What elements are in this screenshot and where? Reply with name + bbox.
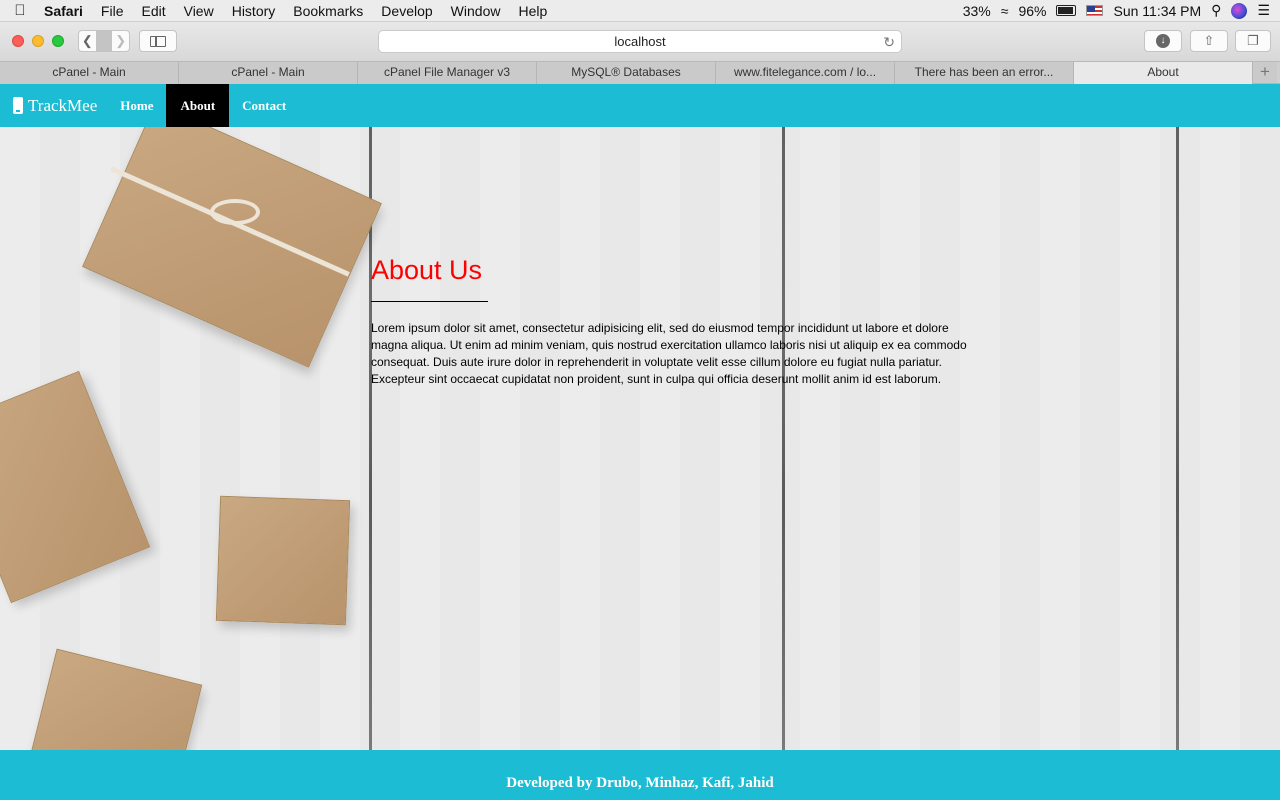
forward-chevron-icon[interactable]: ❯ [112,33,129,49]
title-underline [371,301,488,302]
menu-window[interactable]: Window [442,0,510,22]
zoom-window-button[interactable] [52,35,64,47]
about-title: About Us [371,255,483,285]
siri-icon[interactable] [1231,2,1248,19]
reload-icon[interactable]: ↻ [883,31,895,53]
cardboard-box-image [215,495,351,626]
sidebar-icon [150,35,166,47]
cpu-status[interactable]: 33% [963,3,991,19]
menu-bookmarks[interactable]: Bookmarks [284,0,372,22]
browser-tab[interactable]: MySQL® Databases [537,62,716,84]
apple-menu-icon[interactable]:  [0,2,40,19]
address-bar[interactable]: localhost ↻ [378,30,902,53]
downloads-button[interactable]: ↓ [1144,30,1182,52]
browser-tab-active[interactable]: About [1074,62,1253,84]
menu-file[interactable]: File [92,0,133,22]
about-section: About Us Lorem ipsum dolor sit amet, con… [371,255,981,388]
new-tab-plus-icon[interactable]: + [1253,62,1277,83]
browser-tab[interactable]: cPanel - Main [179,62,358,84]
back-chevron-icon[interactable]: ❮ [79,33,96,49]
web-page: TrackMee Home About Contact About Us Lor… [0,84,1280,800]
browser-tab[interactable]: cPanel - Main [0,62,179,84]
about-body-text: Lorem ipsum dolor sit amet, consectetur … [371,321,967,386]
share-icon: ⇧ [1203,33,1215,48]
browser-tab[interactable]: There has been an error... [895,62,1074,84]
sidebar-toggle-button[interactable] [139,30,177,52]
twine-bow [210,199,260,225]
footer-credits: Developed by Drubo, Minhaz, Kafi, Jahid [506,775,774,791]
browser-tab[interactable]: cPanel File Manager v3 [358,62,537,84]
brand-name: TrackMee [28,95,98,115]
clock[interactable]: Sun 11:34 PM [1113,3,1201,19]
close-window-button[interactable] [12,35,24,47]
site-footer: Developed by Drubo, Minhaz, Kafi, Jahid [0,750,1280,800]
board-seam [782,127,785,750]
nav-contact-link[interactable]: Contact [229,84,299,127]
share-button[interactable]: ⇧ [1190,30,1228,52]
battery-percent[interactable]: 96% [1018,3,1046,19]
menu-view[interactable]: View [175,0,223,22]
menu-app-safari[interactable]: Safari [40,0,92,22]
status-area: 33% ≈ 96% Sun 11:34 PM ⚲ ☰ [963,2,1280,19]
minimize-window-button[interactable] [32,35,44,47]
back-forward-group: ❮ ❯ [78,30,130,52]
notification-center-icon[interactable]: ☰ [1257,2,1270,19]
macos-menu-bar:  Safari File Edit View History Bookmark… [0,0,1280,22]
phone-icon [13,97,23,114]
nav-home-link[interactable]: Home [107,84,166,127]
show-all-tabs-button[interactable]: ❐ [1235,30,1271,52]
wifi-icon[interactable]: ≈ [1001,3,1009,19]
board-seam [1176,127,1179,750]
browser-tab[interactable]: www.fitelegance.com / lo... [716,62,895,84]
site-navbar: TrackMee Home About Contact [0,84,1280,127]
hero-background-image: About Us Lorem ipsum dolor sit amet, con… [0,127,1280,750]
menu-history[interactable]: History [223,0,285,22]
window-controls [12,35,64,47]
menu-develop[interactable]: Develop [372,0,441,22]
site-brand[interactable]: TrackMee [0,96,97,116]
nav-about-link[interactable]: About [166,84,230,127]
battery-icon[interactable] [1056,5,1077,16]
browser-toolbar: ❮ ❯ localhost ↻ ↓ ⇧ ❐ [0,22,1280,62]
menu-edit[interactable]: Edit [132,0,174,22]
spotlight-search-icon[interactable]: ⚲ [1211,2,1221,19]
input-source-flag-icon[interactable] [1086,5,1104,16]
url-text: localhost [614,34,666,49]
tab-bar: cPanel - Main cPanel - Main cPanel File … [0,62,1280,84]
menu-help[interactable]: Help [509,0,556,22]
download-icon: ↓ [1156,34,1170,48]
tabs-overview-icon: ❐ [1247,33,1259,48]
